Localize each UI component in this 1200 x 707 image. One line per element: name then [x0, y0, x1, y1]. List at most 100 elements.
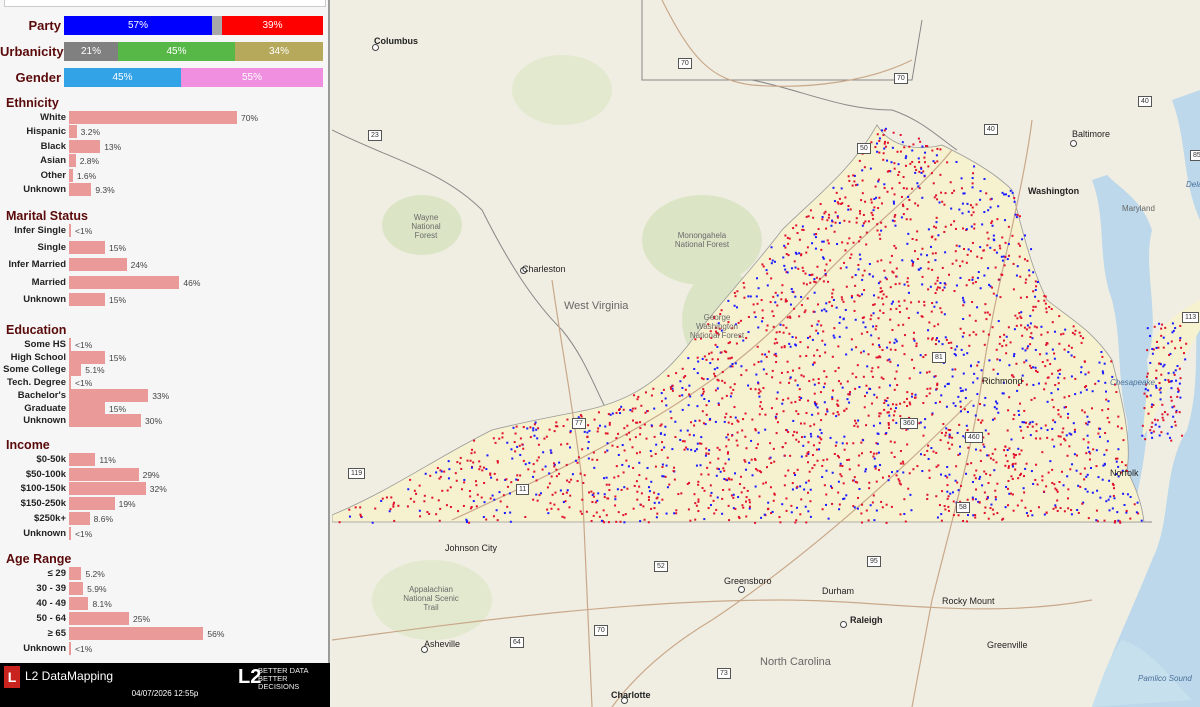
voter-dot: [1174, 327, 1177, 330]
party-democrat-segment[interactable]: 57%: [64, 16, 212, 35]
map-canvas[interactable]: Columbus Charleston Baltimore Washington…: [332, 0, 1200, 707]
urbanicity-rural-segment[interactable]: 34%: [235, 42, 323, 61]
party-republican-segment[interactable]: 39%: [222, 16, 323, 35]
histogram-bar[interactable]: [69, 511, 90, 525]
histogram-row[interactable]: White 70%: [0, 111, 330, 124]
city-baltimore[interactable]: Baltimore: [1072, 129, 1110, 139]
voter-dot: [893, 341, 896, 344]
urbanicity-suburban-segment[interactable]: 45%: [118, 42, 235, 61]
histogram-bar[interactable]: [69, 612, 129, 625]
voter-dot: [1168, 380, 1171, 383]
histogram-row[interactable]: Infer Married 24%: [0, 258, 330, 272]
histogram-row[interactable]: High School 15%: [0, 350, 330, 364]
voter-dot: [1158, 425, 1161, 428]
voter-dot: [714, 343, 717, 346]
histogram-row[interactable]: $50-100k 29%: [0, 467, 330, 481]
histogram-row[interactable]: $100-150k 32%: [0, 482, 330, 496]
histogram-row[interactable]: ≥ 65 56%: [0, 627, 330, 640]
gender-female-segment[interactable]: 55%: [181, 68, 323, 87]
histogram-bar[interactable]: [69, 376, 71, 390]
urbanicity-urban-segment[interactable]: 21%: [64, 42, 118, 61]
histogram-row[interactable]: Infer Single <1%: [0, 224, 330, 237]
histogram-row[interactable]: Asian 2.8%: [0, 154, 330, 168]
histogram-row[interactable]: Graduate 15%: [0, 401, 330, 415]
histogram-row[interactable]: Unknown 15%: [0, 292, 330, 306]
histogram-bar[interactable]: [69, 241, 105, 255]
histogram-bar[interactable]: [69, 168, 73, 182]
histogram-row[interactable]: Unknown 30%: [0, 414, 330, 428]
histogram-row[interactable]: Other 1.6%: [0, 168, 330, 182]
voter-dot: [814, 404, 817, 407]
histogram-bar[interactable]: [69, 224, 71, 237]
histogram-bar[interactable]: [69, 258, 127, 272]
histogram-row[interactable]: Some HS <1%: [0, 338, 330, 351]
histogram-row[interactable]: Unknown <1%: [0, 642, 330, 655]
histogram-bar[interactable]: [69, 363, 82, 377]
histogram-bar[interactable]: [69, 338, 71, 351]
city-charleston[interactable]: Charleston: [522, 264, 566, 274]
city-greensboro[interactable]: Greensboro: [724, 576, 772, 586]
gender-male-segment[interactable]: 45%: [64, 68, 181, 87]
histogram-bar[interactable]: [69, 567, 82, 580]
city-norfolk[interactable]: Norfolk: [1110, 468, 1139, 478]
l2-logo-icon: L: [4, 666, 20, 688]
voter-dot: [456, 461, 459, 464]
histogram-row[interactable]: $150-250k 19%: [0, 497, 330, 511]
city-asheville[interactable]: Asheville: [424, 639, 460, 649]
voter-dot: [1059, 415, 1062, 418]
city-greenville[interactable]: Greenville: [987, 640, 1028, 650]
histogram-bar[interactable]: [69, 139, 101, 153]
histogram-bar[interactable]: [69, 627, 204, 640]
histogram-bar[interactable]: [69, 111, 237, 124]
histogram-row[interactable]: 30 - 39 5.9%: [0, 582, 330, 595]
party-other-segment[interactable]: [212, 16, 222, 35]
city-raleigh[interactable]: Raleigh: [850, 615, 883, 625]
histogram-bar[interactable]: [69, 482, 146, 496]
histogram-bar[interactable]: [69, 183, 92, 196]
histogram-row[interactable]: Married 46%: [0, 275, 330, 289]
histogram-row[interactable]: $250k+ 8.6%: [0, 511, 330, 525]
city-richmond[interactable]: Richmond: [982, 376, 1023, 386]
voter-dot: [951, 436, 954, 439]
histogram-row[interactable]: $0-50k 11%: [0, 453, 330, 466]
city-rocky-mount[interactable]: Rocky Mount: [942, 596, 995, 606]
voter-dot: [553, 503, 556, 506]
histogram-bar[interactable]: [69, 597, 89, 610]
histogram-row[interactable]: 40 - 49 8.1%: [0, 597, 330, 610]
histogram-row[interactable]: Unknown <1%: [0, 526, 330, 540]
city-charlotte[interactable]: Charlotte: [611, 690, 651, 700]
city-washington[interactable]: Washington: [1028, 186, 1079, 196]
histogram-bar[interactable]: [69, 350, 105, 364]
city-columbus[interactable]: Columbus: [374, 36, 418, 46]
histogram-bar[interactable]: [69, 154, 76, 168]
histogram-row[interactable]: Some College 5.1%: [0, 363, 330, 377]
histogram-row[interactable]: Black 13%: [0, 139, 330, 153]
histogram-bar[interactable]: [69, 467, 139, 481]
voter-dot: [1037, 506, 1040, 509]
histogram-row[interactable]: 50 - 64 25%: [0, 612, 330, 625]
histogram-bar[interactable]: [69, 642, 71, 655]
histogram-bar[interactable]: [69, 414, 141, 428]
voter-dot: [1080, 371, 1083, 374]
voter-dot: [964, 388, 967, 391]
histogram-row[interactable]: Single 15%: [0, 241, 330, 255]
histogram-row[interactable]: ≤ 29 5.2%: [0, 567, 330, 580]
histogram-bar[interactable]: [69, 526, 71, 540]
histogram-bar[interactable]: [69, 275, 180, 289]
histogram-bar[interactable]: [69, 125, 77, 139]
city-johnson-city[interactable]: Johnson City: [445, 543, 497, 553]
histogram-bar[interactable]: [69, 401, 105, 415]
histogram-row[interactable]: Tech. Degree <1%: [0, 376, 330, 390]
histogram-row[interactable]: Hispanic 3.2%: [0, 125, 330, 139]
histogram-bar[interactable]: [69, 388, 149, 402]
histogram-bar[interactable]: [69, 453, 96, 466]
histogram-bar[interactable]: [69, 292, 105, 306]
voter-dot: [628, 431, 631, 434]
histogram-row[interactable]: Bachelor's 33%: [0, 388, 330, 402]
voter-dot: [790, 288, 793, 291]
voter-dot: [723, 477, 726, 480]
histogram-bar[interactable]: [69, 497, 115, 511]
histogram-row[interactable]: Unknown 9.3%: [0, 183, 330, 196]
histogram-bar[interactable]: [69, 582, 84, 595]
city-durham[interactable]: Durham: [822, 586, 854, 596]
